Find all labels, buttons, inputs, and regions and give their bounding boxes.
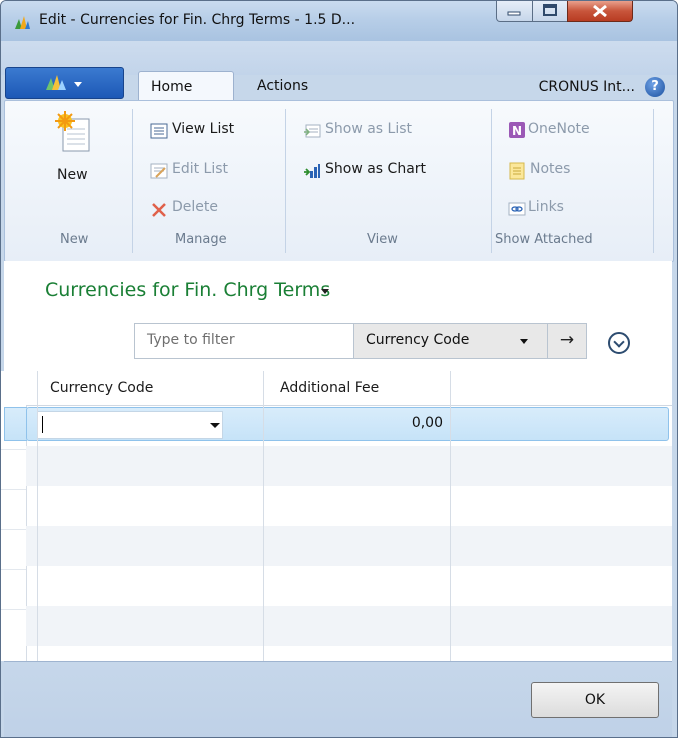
page-title-dropdown-icon[interactable]	[321, 289, 329, 294]
column-divider	[37, 371, 38, 661]
filter-field-label: Currency Code	[366, 332, 470, 348]
links-icon	[508, 202, 526, 216]
expand-filter-icon[interactable]	[608, 332, 630, 354]
new-button[interactable]: New	[15, 107, 115, 222]
close-icon	[593, 4, 607, 18]
view-list-label: View List	[172, 121, 235, 137]
text-cursor	[42, 416, 43, 433]
column-divider	[450, 371, 451, 661]
notes-label: Notes	[530, 161, 571, 177]
group-separator	[653, 109, 654, 253]
column-divider	[263, 371, 264, 661]
arrow-right-icon: →	[559, 330, 575, 350]
show-as-chart-label: Show as Chart	[325, 161, 427, 177]
links-button[interactable]: Links	[508, 199, 648, 221]
currency-code-cell[interactable]	[37, 411, 223, 439]
chevron-down-icon[interactable]	[210, 423, 220, 428]
links-label: Links	[528, 199, 564, 215]
grid-header: Currency Code Additional Fee	[26, 371, 672, 406]
filter-placeholder: Type to filter	[147, 332, 235, 348]
row-divider	[1, 609, 26, 610]
window-title: Edit - Currencies for Fin. Chrg Terms - …	[39, 12, 356, 28]
maximize-button[interactable]	[532, 1, 568, 22]
group-label-new: New	[60, 232, 89, 247]
ok-button[interactable]: OK	[531, 682, 659, 718]
view-list-button[interactable]: View List	[150, 121, 270, 143]
filter-input[interactable]: Type to filter	[134, 323, 356, 359]
company-name[interactable]: CRONUS Int...	[539, 79, 635, 95]
tab-actions-label: Actions	[257, 78, 309, 94]
page-title[interactable]: Currencies for Fin. Chrg Terms	[45, 279, 330, 301]
table-row[interactable]	[26, 526, 672, 566]
onenote-button[interactable]: N OneNote	[508, 121, 648, 143]
dialog-window: Edit - Currencies for Fin. Chrg Terms - …	[0, 0, 678, 738]
row-divider	[1, 529, 26, 530]
row-divider	[1, 569, 26, 570]
edit-list-label: Edit List	[172, 161, 229, 177]
app-logo-icon	[15, 16, 30, 29]
delete-label: Delete	[172, 199, 218, 215]
show-as-chart-button[interactable]: Show as Chart	[303, 161, 473, 183]
chevron-down-icon	[520, 339, 528, 344]
row-divider	[1, 489, 26, 490]
minimize-icon	[507, 11, 521, 16]
delete-icon	[152, 203, 166, 217]
row-selector-current[interactable]	[4, 407, 27, 441]
onenote-label: OneNote	[528, 121, 590, 137]
view-list-icon	[150, 123, 168, 139]
edit-list-icon	[150, 163, 168, 179]
group-label-manage: Manage	[175, 232, 227, 247]
ribbon-panel: New New View List Edit List Delete Manag…	[4, 100, 674, 262]
table-row[interactable]	[26, 446, 672, 486]
group-separator	[132, 109, 133, 253]
notes-button[interactable]: Notes	[508, 161, 648, 183]
table-row[interactable]	[26, 486, 672, 526]
group-separator	[285, 109, 286, 253]
onenote-icon: N	[509, 122, 525, 138]
column-header-additional-fee[interactable]: Additional Fee	[280, 380, 379, 396]
app-menu-icon	[46, 75, 82, 90]
show-as-list-label: Show as List	[325, 121, 413, 137]
close-button[interactable]	[567, 1, 633, 22]
table-row[interactable]	[26, 566, 672, 606]
new-button-label: New	[57, 167, 88, 183]
show-as-chart-icon	[304, 164, 320, 178]
notes-icon	[509, 162, 525, 180]
table-row[interactable]	[26, 606, 672, 646]
edit-list-button[interactable]: Edit List	[150, 161, 270, 183]
application-menu-button[interactable]	[5, 67, 124, 99]
column-header-currency-code[interactable]: Currency Code	[50, 380, 153, 396]
group-label-view: View	[367, 232, 398, 247]
new-document-icon	[55, 111, 90, 152]
table-row-selected[interactable]: 0,00	[26, 407, 669, 441]
maximize-icon	[543, 4, 557, 16]
group-separator	[491, 109, 492, 253]
apply-filter-button[interactable]: →	[547, 323, 587, 359]
filter-field-select[interactable]: Currency Code	[353, 323, 549, 359]
help-icon[interactable]: ?	[645, 77, 665, 97]
minimize-button[interactable]	[496, 1, 533, 22]
tab-home-label: Home	[151, 79, 193, 95]
data-grid: Currency Code Additional Fee 0,00	[26, 371, 672, 661]
delete-button[interactable]: Delete	[150, 199, 270, 221]
tab-home[interactable]: Home	[138, 71, 234, 101]
svg-text:N: N	[512, 124, 522, 138]
show-as-list-button[interactable]: Show as List	[303, 121, 463, 143]
additional-fee-value[interactable]: 0,00	[412, 415, 443, 431]
show-as-list-icon	[304, 124, 321, 138]
group-label-show-attached: Show Attached	[495, 232, 593, 247]
row-divider	[1, 449, 26, 450]
